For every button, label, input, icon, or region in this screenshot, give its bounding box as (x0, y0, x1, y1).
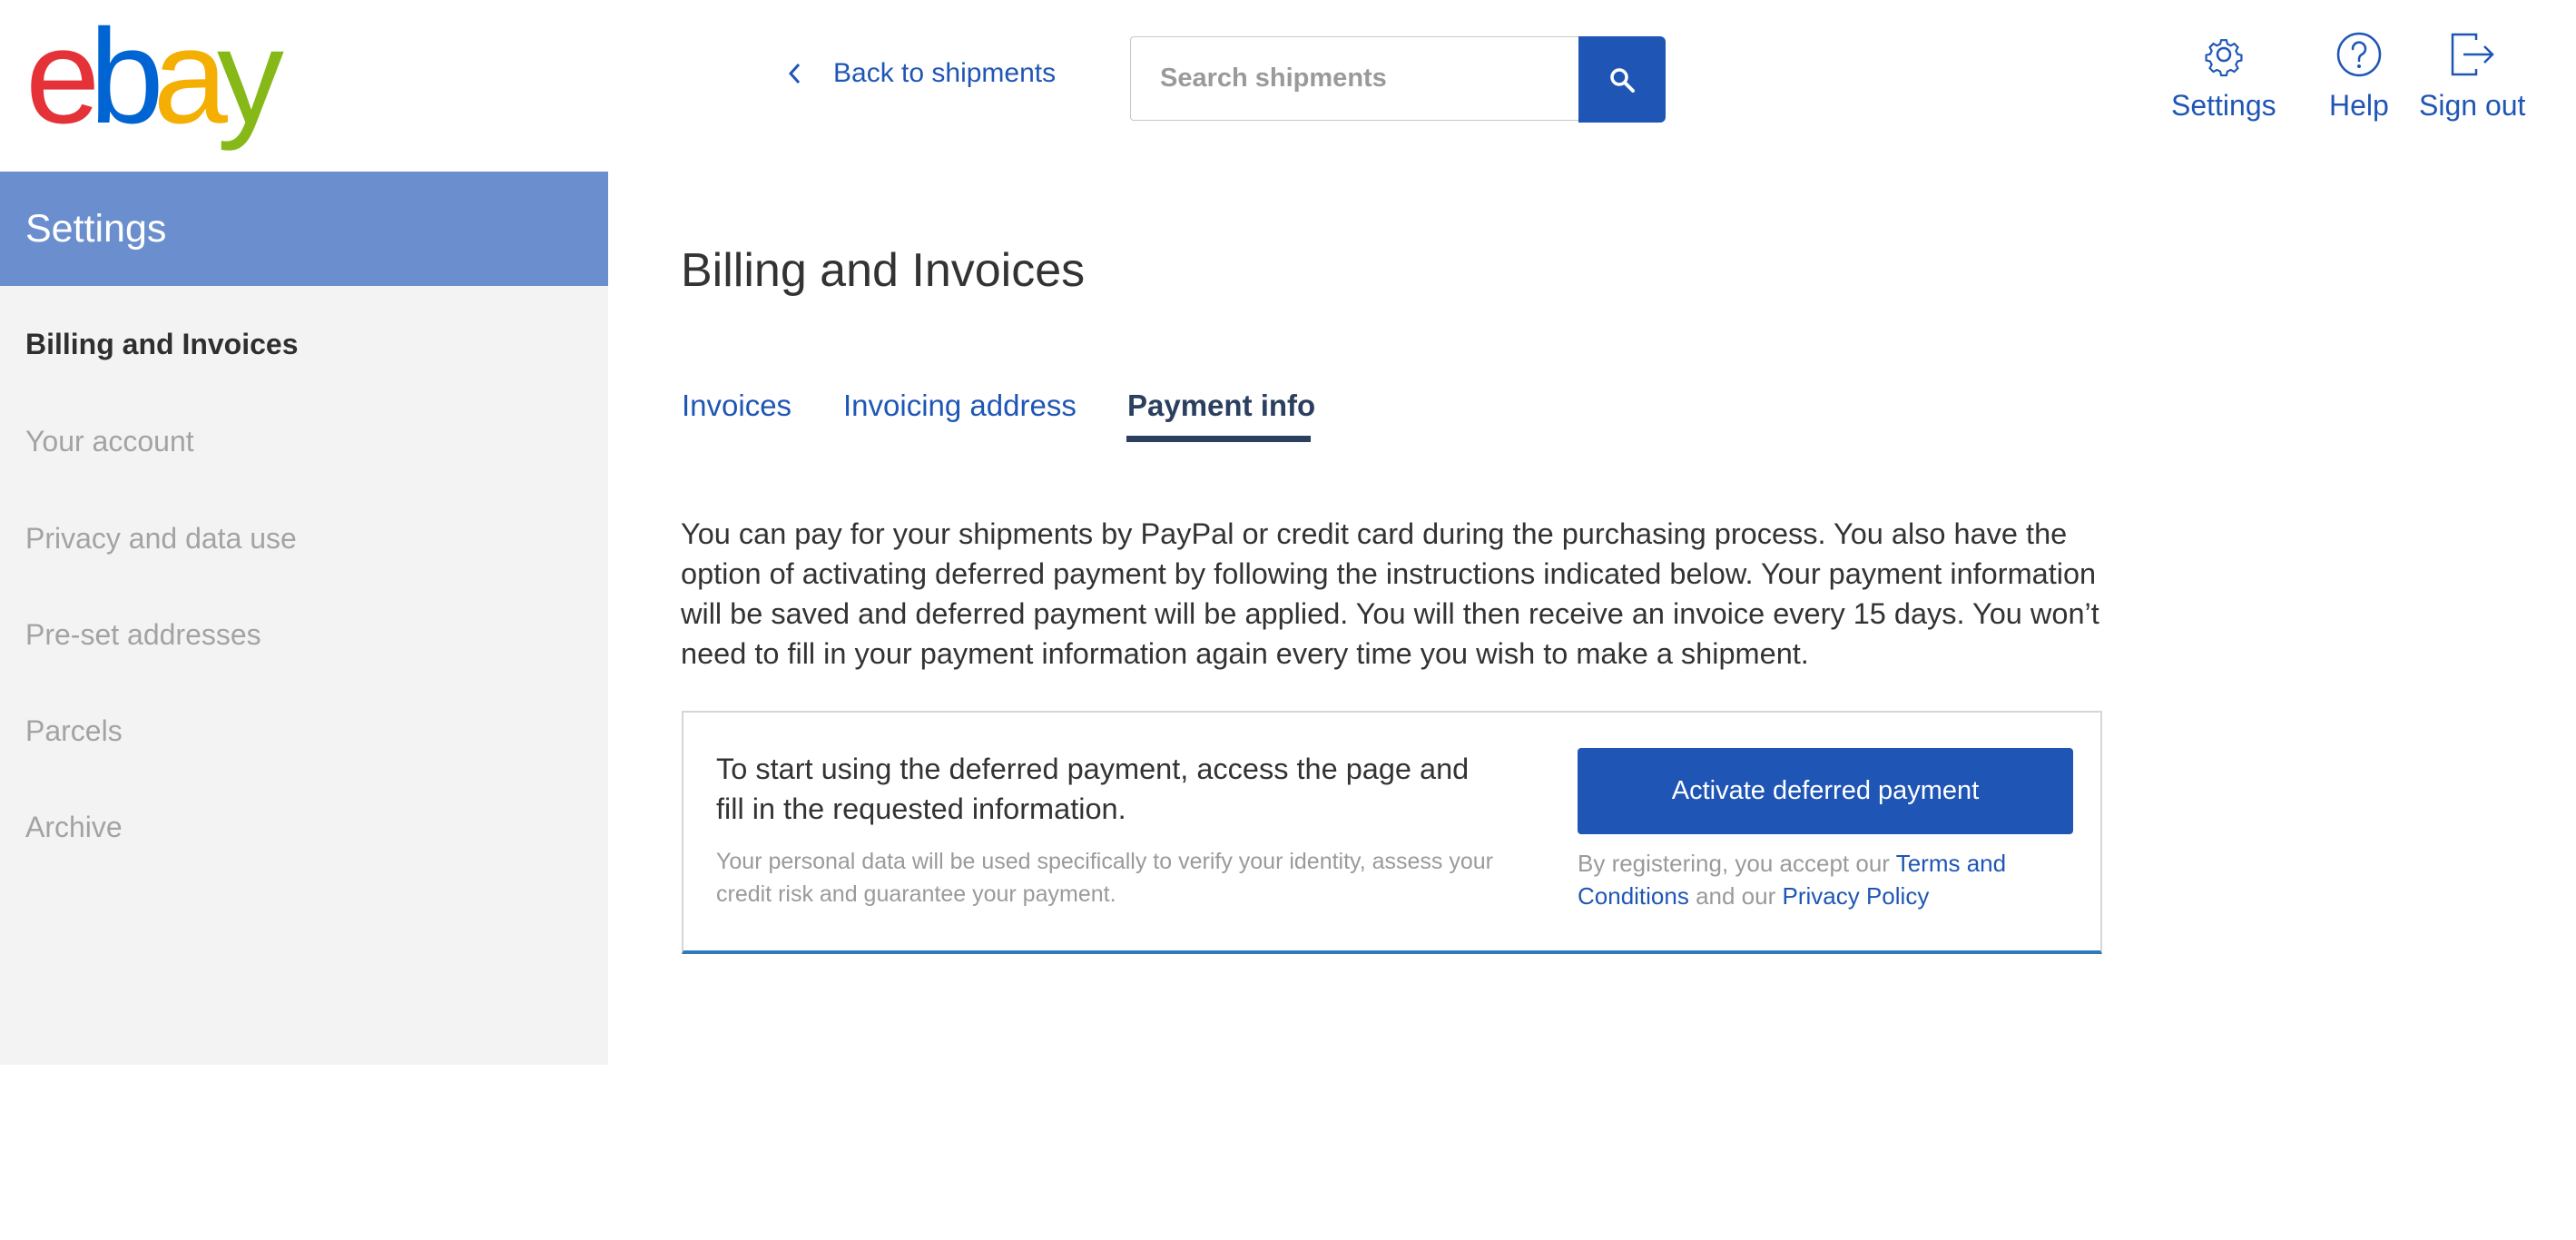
personal-data-note: Your personal data will be used specific… (716, 849, 1493, 907)
settings-sidebar: Settings Billing and Invoices Your accou… (0, 172, 608, 1065)
sign-out-icon (2451, 33, 2494, 76)
page-title: Billing and Invoices (681, 244, 1086, 297)
privacy-policy-link[interactable]: Privacy Policy (1783, 882, 1930, 910)
logo-letter-e: e (25, 2, 100, 152)
sidebar-item-billing-and-invoices[interactable]: Billing and Invoices (25, 328, 299, 361)
top-header: e b a y Back to shipments Settings Help (0, 0, 2576, 172)
active-tab-indicator (1126, 436, 1311, 442)
tab-payment-info[interactable]: Payment info (1127, 389, 1315, 423)
back-label: Back to shipments (833, 58, 1057, 88)
sidebar-title: Settings (0, 172, 608, 286)
sign-out-nav[interactable]: Sign out (2419, 31, 2525, 123)
sidebar-item-parcels[interactable]: Parcels (25, 714, 123, 748)
activate-deferred-payment-button[interactable]: Activate deferred payment (1578, 748, 2073, 834)
logo-letter-a: a (152, 2, 228, 152)
sidebar-item-archive[interactable]: Archive (25, 811, 123, 844)
terms-prefix: By registering, you accept our (1578, 850, 1896, 877)
deferred-payment-lead: To start using the deferred payment, acc… (716, 753, 1470, 825)
ebay-logo[interactable]: e b a y (25, 2, 284, 152)
deferred-payment-card: To start using the deferred payment, acc… (682, 711, 2102, 954)
search-input[interactable] (1130, 36, 1579, 121)
terms-notice: By registering, you accept our Terms and… (1578, 847, 2086, 912)
back-to-shipments-link[interactable]: Back to shipments (788, 58, 1056, 89)
help-nav-label: Help (2329, 89, 2389, 122)
sidebar-item-privacy-and-data-use[interactable]: Privacy and data use (25, 522, 297, 556)
terms-middle: and our (1688, 882, 1783, 910)
payment-info-description: You can pay for your shipments by PayPal… (681, 517, 2099, 670)
search-button[interactable] (1578, 36, 1666, 123)
help-nav[interactable]: Help (2329, 31, 2389, 123)
help-icon (2336, 32, 2382, 77)
sign-out-nav-label: Sign out (2419, 89, 2526, 122)
logo-letter-b: b (89, 2, 163, 152)
chevron-left-icon (788, 63, 801, 84)
settings-nav-label: Settings (2171, 89, 2276, 122)
logo-letter-y: y (216, 2, 284, 152)
gear-icon (2205, 39, 2243, 77)
settings-nav[interactable]: Settings (2171, 31, 2276, 123)
tab-invoices[interactable]: Invoices (682, 389, 791, 423)
search-icon (1610, 67, 1636, 93)
sidebar-item-pre-set-addresses[interactable]: Pre-set addresses (25, 618, 261, 652)
search-bar (1130, 36, 1666, 123)
tab-invoicing-address[interactable]: Invoicing address (843, 389, 1077, 423)
sidebar-item-your-account[interactable]: Your account (25, 425, 194, 458)
